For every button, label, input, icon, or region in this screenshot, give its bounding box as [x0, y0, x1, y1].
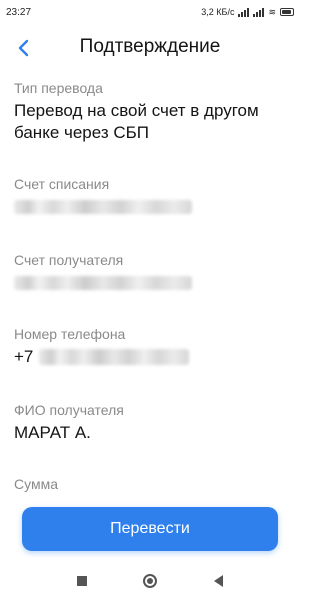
field-label: Счет списания [14, 176, 110, 192]
redacted-value [14, 276, 192, 290]
field-transfer-type: Тип перевода Перевод на свой счет в друг… [14, 80, 286, 144]
field-label: Сумма [14, 476, 58, 492]
field-debit-account: Счет списания [14, 176, 286, 214]
square-icon [77, 576, 87, 586]
field-recipient-name: ФИО получателя МАРАТ А. [14, 402, 286, 444]
transfer-button[interactable]: Перевести [22, 507, 278, 551]
circle-icon [143, 574, 157, 588]
phone-row: +7 [14, 346, 286, 368]
system-nav-bar [0, 562, 300, 600]
status-indicators: 3,2 КБ/с ≋ [201, 7, 294, 17]
redacted-value [39, 349, 190, 365]
home-button[interactable] [142, 573, 158, 589]
net-speed: 3,2 КБ/с [201, 7, 235, 17]
field-value: +7 [14, 347, 34, 366]
field-recipient-account: Счет получателя [14, 252, 286, 290]
header: Подтверждение [0, 28, 300, 66]
battery-icon [280, 8, 294, 16]
page-title: Подтверждение [79, 36, 221, 57]
field-value: МАРАТ А. [14, 423, 91, 442]
redacted-value [14, 200, 192, 214]
signal-icon [238, 7, 250, 17]
status-bar: 23:27 3,2 КБ/с ≋ [0, 0, 300, 24]
signal-icon [253, 7, 265, 17]
nav-back-button[interactable] [210, 573, 226, 589]
recents-button[interactable] [74, 573, 90, 589]
field-label: Номер телефона [14, 326, 126, 342]
field-phone: Номер телефона +7 [14, 326, 286, 368]
field-value: Перевод на свой счет в другом банке чере… [14, 101, 259, 142]
wifi-icon: ≋ [268, 6, 276, 17]
triangle-back-icon [213, 575, 223, 587]
field-label: ФИО получателя [14, 402, 124, 418]
status-time: 23:27 [6, 6, 32, 18]
field-amount: Сумма [14, 476, 286, 492]
field-label: Тип перевода [14, 80, 103, 96]
field-label: Счет получателя [14, 252, 124, 268]
